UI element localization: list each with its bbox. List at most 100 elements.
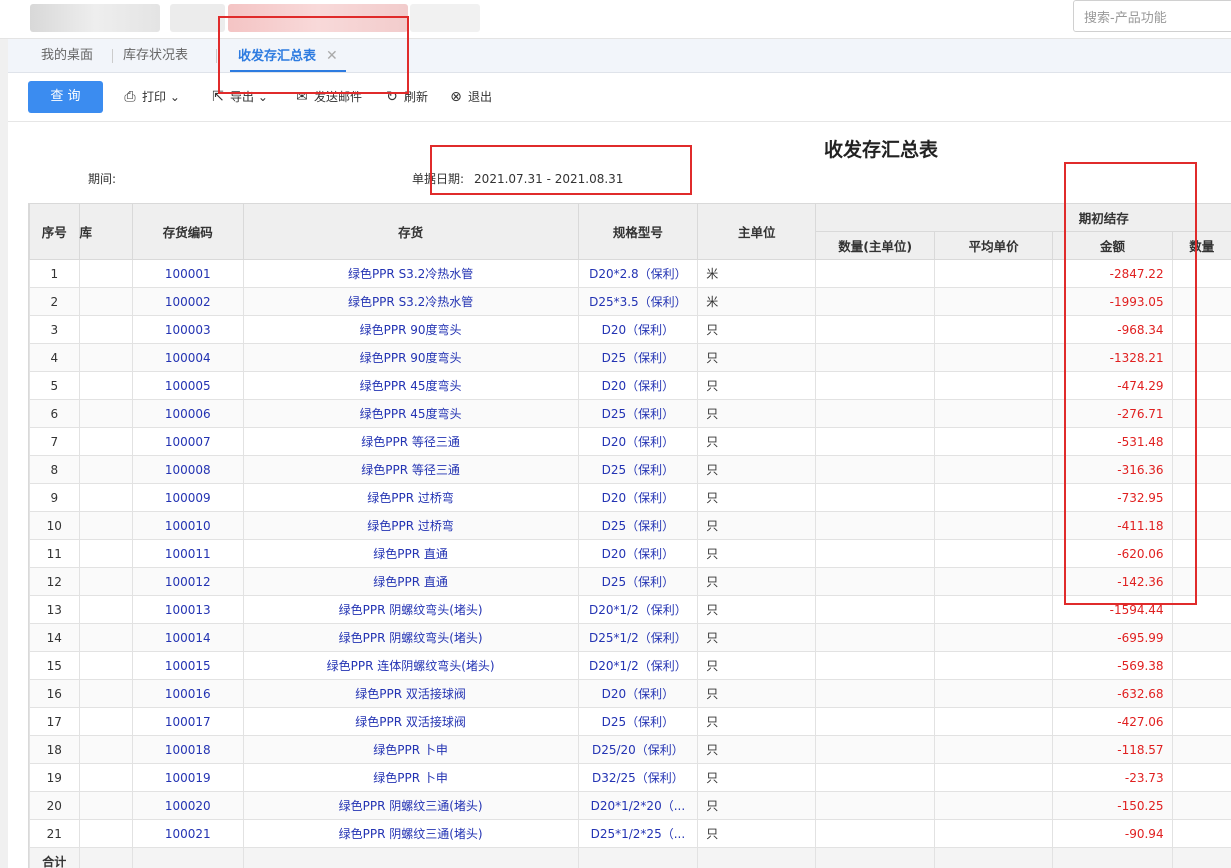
header-code[interactable]: 存货编码	[131, 203, 244, 260]
cell-item[interactable]: 绿色PPR S3.2冷热水管	[242, 259, 579, 288]
cell-item[interactable]: 绿色PPR 等径三通	[242, 455, 579, 484]
cell-code[interactable]: 100012	[131, 567, 244, 596]
table-row[interactable]: 17 100017 绿色PPR 双活接球阀 D25（保利）只 -427.06	[29, 707, 1231, 736]
cell-code[interactable]: 100009	[131, 483, 244, 512]
cell-spec[interactable]: D20（保利）	[577, 371, 699, 400]
cell-spec[interactable]: D25/20（保利）	[577, 735, 699, 764]
cell-code[interactable]: 100014	[131, 623, 244, 652]
cell-item[interactable]: 绿色PPR 直通	[242, 567, 579, 596]
cell-code[interactable]: 100016	[131, 679, 244, 708]
cell-spec[interactable]: D25（保利）	[577, 567, 699, 596]
cell-item[interactable]: 绿色PPR 过桥弯	[242, 483, 579, 512]
header-spec[interactable]: 规格型号	[577, 203, 699, 260]
print-button[interactable]: ⎙ 打印 ⌄	[122, 86, 180, 108]
cell-item[interactable]: 绿色PPR 等径三通	[242, 427, 579, 456]
cell-item[interactable]: 绿色PPR 连体阴螺纹弯头(堵头)	[242, 651, 579, 680]
cell-spec[interactable]: D32/25（保利）	[577, 763, 699, 792]
cell-code[interactable]: 100001	[131, 259, 244, 288]
header-qty-next[interactable]: 数量	[1171, 231, 1231, 260]
table-row[interactable]: 15 100015 绿色PPR 连体阴螺纹弯头(堵头) D20*1/2（保利）只 -56…	[29, 651, 1231, 680]
cell-code[interactable]: 100008	[131, 455, 244, 484]
table-row[interactable]: 12 100012 绿色PPR 直通 D25（保利）只 -142.36	[29, 567, 1231, 596]
cell-spec[interactable]: D25*3.5（保利）	[577, 287, 699, 316]
table-row[interactable]: 19 100019 绿色PPR 卜申 D32/25（保利）只 -23.73	[29, 763, 1231, 792]
cell-item[interactable]: 绿色PPR 45度弯头	[242, 371, 579, 400]
send-email-button[interactable]: ✉ 发送邮件	[294, 86, 362, 108]
table-row[interactable]: 5 100005 绿色PPR 45度弯头 D20（保利）只 -474.29	[29, 371, 1231, 400]
header-seq[interactable]: 序号	[29, 203, 80, 260]
cell-code[interactable]: 100003	[131, 315, 244, 344]
cell-spec[interactable]: D20*1/2*20（...	[577, 791, 699, 820]
table-row[interactable]: 6 100006 绿色PPR 45度弯头 D25（保利）只 -276.71	[29, 399, 1231, 428]
cell-spec[interactable]: D25（保利）	[577, 343, 699, 372]
table-row[interactable]: 9 100009 绿色PPR 过桥弯 D20（保利）只 -732.95	[29, 483, 1231, 512]
header-amount[interactable]: 金额	[1052, 231, 1173, 260]
export-button[interactable]: ⇱ 导出 ⌄	[210, 86, 268, 108]
cell-code[interactable]: 100002	[131, 287, 244, 316]
cell-code[interactable]: 100006	[131, 399, 244, 428]
cell-code[interactable]: 100021	[131, 819, 244, 848]
cell-item[interactable]: 绿色PPR 阴螺纹三通(堵头)	[242, 791, 579, 820]
cell-spec[interactable]: D20*1/2（保利）	[577, 651, 699, 680]
cell-code[interactable]: 100007	[131, 427, 244, 456]
cell-item[interactable]: 绿色PPR 双活接球阀	[242, 679, 579, 708]
table-row[interactable]: 11 100011 绿色PPR 直通 D20（保利）只 -620.06	[29, 539, 1231, 568]
cell-item[interactable]: 绿色PPR 90度弯头	[242, 315, 579, 344]
cell-item[interactable]: 绿色PPR 45度弯头	[242, 399, 579, 428]
cell-code[interactable]: 100018	[131, 735, 244, 764]
cell-spec[interactable]: D25*1/2*25（...	[577, 819, 699, 848]
cell-code[interactable]: 100011	[131, 539, 244, 568]
query-button[interactable]: 查 询	[28, 81, 103, 113]
cell-item[interactable]: 绿色PPR 阴螺纹弯头(堵头)	[242, 595, 579, 624]
table-row[interactable]: 2 100002 绿色PPR S3.2冷热水管 D25*3.5（保利）米 -1993.0…	[29, 287, 1231, 316]
cell-item[interactable]: 绿色PPR 卜申	[242, 763, 579, 792]
cell-item[interactable]: 绿色PPR 阴螺纹弯头(堵头)	[242, 623, 579, 652]
cell-spec[interactable]: D20（保利）	[577, 679, 699, 708]
cell-code[interactable]: 100015	[131, 651, 244, 680]
cell-code[interactable]: 100010	[131, 511, 244, 540]
cell-item[interactable]: 绿色PPR 双活接球阀	[242, 707, 579, 736]
table-row[interactable]: 16 100016 绿色PPR 双活接球阀 D20（保利）只 -632.68	[29, 679, 1231, 708]
table-row[interactable]: 20 100020 绿色PPR 阴螺纹三通(堵头) D20*1/2*20（... 只 -1…	[29, 791, 1231, 820]
cell-code[interactable]: 100004	[131, 343, 244, 372]
exit-button[interactable]: ⊗ 退出	[448, 86, 492, 108]
cell-spec[interactable]: D20（保利）	[577, 427, 699, 456]
cell-code[interactable]: 100017	[131, 707, 244, 736]
tab-summary-report[interactable]: 收发存汇总表 ✕	[230, 39, 346, 72]
cell-spec[interactable]: D20（保利）	[577, 483, 699, 512]
cell-code[interactable]: 100019	[131, 763, 244, 792]
header-item[interactable]: 存货	[242, 203, 579, 260]
cell-spec[interactable]: D25（保利）	[577, 399, 699, 428]
cell-code[interactable]: 100013	[131, 595, 244, 624]
table-row[interactable]: 7 100007 绿色PPR 等径三通 D20（保利）只 -531.48	[29, 427, 1231, 456]
cell-spec[interactable]: D25（保利）	[577, 455, 699, 484]
header-avg-price[interactable]: 平均单价	[933, 231, 1054, 260]
cell-code[interactable]: 100020	[131, 791, 244, 820]
close-icon[interactable]: ✕	[326, 48, 338, 64]
cell-code[interactable]: 100005	[131, 371, 244, 400]
cell-spec[interactable]: D25（保利）	[577, 707, 699, 736]
table-row[interactable]: 13 100013 绿色PPR 阴螺纹弯头(堵头) D20*1/2（保利）只 -1594…	[29, 595, 1231, 624]
tab-desktop[interactable]: 我的桌面	[41, 39, 93, 72]
table-row[interactable]: 14 100014 绿色PPR 阴螺纹弯头(堵头) D25*1/2（保利）只 -695.…	[29, 623, 1231, 652]
cell-item[interactable]: 绿色PPR 过桥弯	[242, 511, 579, 540]
cell-spec[interactable]: D20*1/2（保利）	[577, 595, 699, 624]
header-qty[interactable]: 数量(主单位)	[815, 231, 935, 260]
cell-item[interactable]: 绿色PPR 90度弯头	[242, 343, 579, 372]
tab-inventory-status[interactable]: 库存状况表	[123, 39, 188, 72]
table-row[interactable]: 10 100010 绿色PPR 过桥弯 D25（保利）只 -411.18	[29, 511, 1231, 540]
table-row[interactable]: 3 100003 绿色PPR 90度弯头 D20（保利）只 -968.34	[29, 315, 1231, 344]
cell-spec[interactable]: D25*1/2（保利）	[577, 623, 699, 652]
cell-item[interactable]: 绿色PPR 阴螺纹三通(堵头)	[242, 819, 579, 848]
cell-spec[interactable]: D25（保利）	[577, 511, 699, 540]
search-input[interactable]: 搜索-产品功能	[1073, 0, 1231, 32]
header-unit[interactable]: 主单位	[697, 203, 817, 260]
cell-item[interactable]: 绿色PPR S3.2冷热水管	[242, 287, 579, 316]
cell-item[interactable]: 绿色PPR 直通	[242, 539, 579, 568]
cell-spec[interactable]: D20*2.8（保利）	[577, 259, 699, 288]
table-row[interactable]: 8 100008 绿色PPR 等径三通 D25（保利）只 -316.36	[29, 455, 1231, 484]
table-row[interactable]: 18 100018 绿色PPR 卜申 D25/20（保利）只 -118.57	[29, 735, 1231, 764]
table-row[interactable]: 21 100021 绿色PPR 阴螺纹三通(堵头) D25*1/2*25（... 只 -9…	[29, 819, 1231, 848]
cell-spec[interactable]: D20（保利）	[577, 539, 699, 568]
header-warehouse[interactable]: 库	[78, 203, 133, 260]
